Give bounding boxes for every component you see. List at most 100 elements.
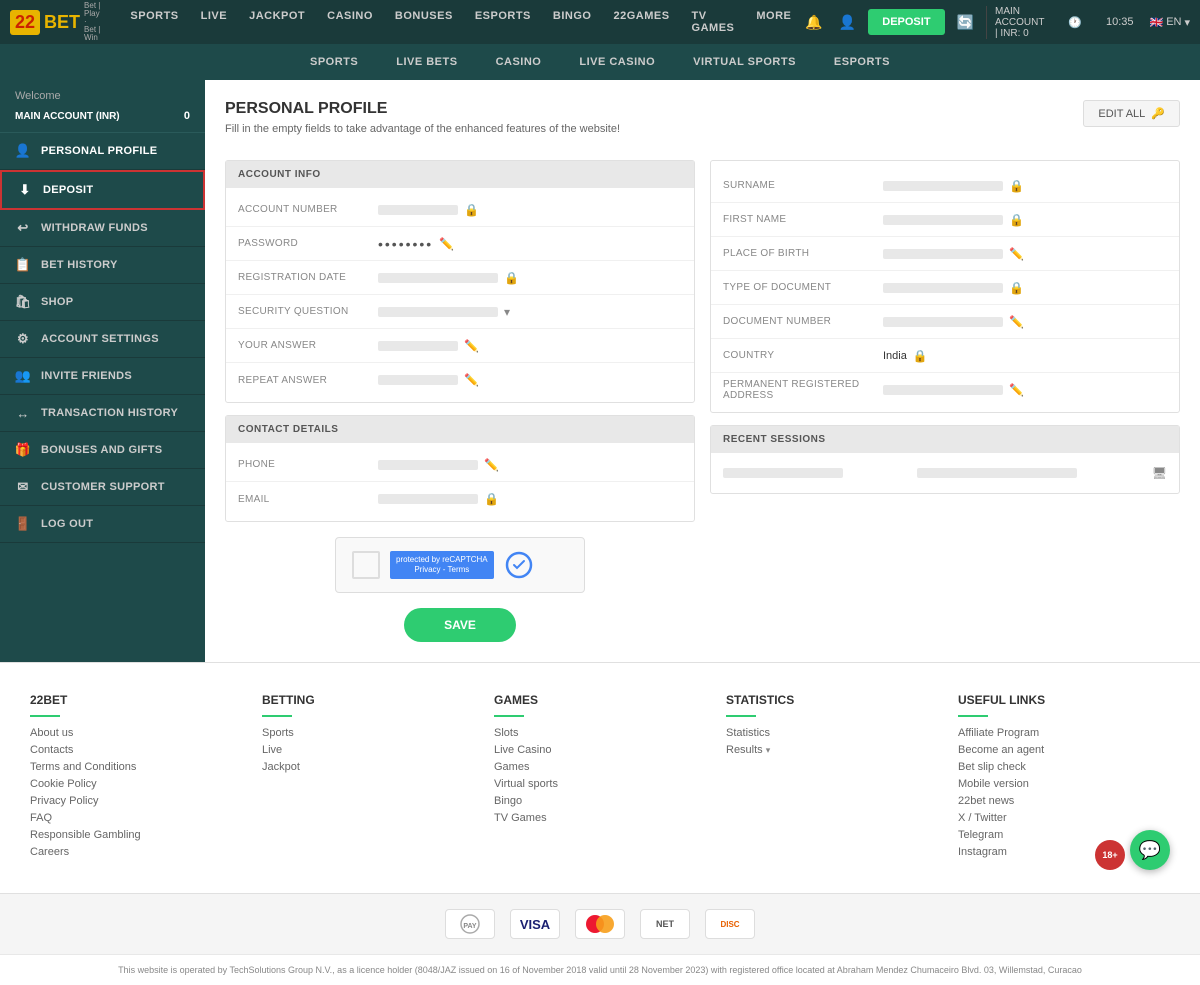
footer-link-virtual-sports[interactable]: Virtual sports xyxy=(494,778,706,790)
sidebar-item-shop[interactable]: 🛍 SHOP xyxy=(0,284,205,321)
recaptcha-checkbox[interactable] xyxy=(352,551,380,579)
field-place-of-birth: PLACE OF BIRTH ✏️ xyxy=(711,237,1179,271)
footer-link-mobile[interactable]: Mobile version xyxy=(958,778,1170,790)
sidebar-item-withdraw[interactable]: ↩ WITHDRAW FUNDS xyxy=(0,210,205,247)
chevron-security-icon[interactable]: ▾ xyxy=(504,305,510,319)
sidebar-item-invite-friends[interactable]: 👥 INVITE FRIENDS xyxy=(0,358,205,395)
nav-jackpot[interactable]: JACKPOT xyxy=(239,4,315,40)
sidebar-item-personal-profile[interactable]: 👤 PERSONAL PROFILE xyxy=(0,133,205,170)
footer-useful-underline xyxy=(958,715,988,717)
footer-link-about[interactable]: About us xyxy=(30,727,242,739)
footer-betting-underline xyxy=(262,715,292,717)
footer-link-responsible[interactable]: Responsible Gambling xyxy=(30,829,242,841)
footer-link-affiliate[interactable]: Affiliate Program xyxy=(958,727,1170,739)
footer-link-results[interactable]: Results ▾ xyxy=(726,744,938,756)
edit-all-button[interactable]: EDIT ALL 🔑 xyxy=(1083,100,1180,127)
footer-link-privacy[interactable]: Privacy Policy xyxy=(30,795,242,807)
sidebar-item-bonuses[interactable]: 🎁 BONUSES AND GIFTS xyxy=(0,432,205,469)
payment-icon-netbanking: NET xyxy=(640,909,690,939)
edit-doc-number-icon[interactable]: ✏️ xyxy=(1009,315,1024,329)
field-value-type-of-document: 🔒 xyxy=(883,281,1167,295)
nav-22games[interactable]: 22GAMES xyxy=(603,4,679,40)
footer-useful-title: USEFUL LINKS xyxy=(958,693,1170,707)
footer-link-faq[interactable]: FAQ xyxy=(30,812,242,824)
footer-link-bingo[interactable]: Bingo xyxy=(494,795,706,807)
clock-icon: 🕐 xyxy=(1060,16,1090,29)
nav-sports[interactable]: SPORTS xyxy=(120,4,188,40)
footer-link-become-agent[interactable]: Become an agent xyxy=(958,744,1170,756)
bottom-bar: This website is operated by TechSolution… xyxy=(0,954,1200,985)
footer-link-live-casino[interactable]: Live Casino xyxy=(494,744,706,756)
footer-link-terms[interactable]: Terms and Conditions xyxy=(30,761,242,773)
current-time: 10:35 xyxy=(1098,16,1142,28)
logo[interactable]: 22 BET Bet | Play · Bet | Win xyxy=(10,2,100,42)
subnav-live-casino[interactable]: LIVE CASINO xyxy=(575,48,659,76)
user-icon[interactable]: 👤 xyxy=(835,10,860,35)
edit-pob-icon[interactable]: ✏️ xyxy=(1009,247,1024,261)
payment-icon-discover: DISC xyxy=(705,909,755,939)
footer-link-slots[interactable]: Slots xyxy=(494,727,706,739)
sidebar-item-deposit[interactable]: ⬇ DEPOSIT xyxy=(0,170,205,210)
doc-number-placeholder xyxy=(883,317,1003,327)
nav-more[interactable]: MORE xyxy=(746,4,801,40)
footer-link-sports[interactable]: Sports xyxy=(262,727,474,739)
footer-22bet-underline xyxy=(30,715,60,717)
subnav-esports[interactable]: ESPORTS xyxy=(830,48,894,76)
language-selector[interactable]: 🇬🇧 EN ▾ xyxy=(1149,16,1190,29)
footer-link-careers[interactable]: Careers xyxy=(30,846,242,858)
field-label-security-question: SECURITY QUESTION xyxy=(238,306,378,317)
refresh-icon[interactable]: 🔄 xyxy=(953,10,978,35)
sidebar-item-customer-support[interactable]: ✉ CUSTOMER SUPPORT xyxy=(0,469,205,506)
save-button[interactable]: SAVE xyxy=(404,608,516,642)
subnav-live-bets[interactable]: LIVE BETS xyxy=(392,48,461,76)
deposit-button[interactable]: DEPOSIT xyxy=(868,9,944,35)
personal-info-section: SURNAME 🔒 FIRST NAME 🔒 xyxy=(710,160,1180,413)
footer-games-title: GAMES xyxy=(494,693,706,707)
nav-tvgames[interactable]: TV GAMES xyxy=(682,4,745,40)
field-label-password: PASSWORD xyxy=(238,238,378,249)
chat-bubble[interactable]: 💬 xyxy=(1130,830,1170,870)
edit-phone-icon[interactable]: ✏️ xyxy=(484,458,499,472)
subnav-casino[interactable]: CASINO xyxy=(492,48,546,76)
settings-icon: ⚙ xyxy=(15,331,31,347)
sidebar-item-account-settings[interactable]: ⚙ ACCOUNT SETTINGS xyxy=(0,321,205,358)
edit-password-icon[interactable]: ✏️ xyxy=(439,237,454,251)
field-label-surname: SURNAME xyxy=(723,180,883,191)
netbanking-label: NET xyxy=(656,919,674,929)
footer-statistics-title: STATISTICS xyxy=(726,693,938,707)
page-subtitle: Fill in the empty fields to take advanta… xyxy=(225,123,1180,135)
sidebar-item-bet-history[interactable]: 📋 BET HISTORY xyxy=(0,247,205,284)
nav-esports[interactable]: ESPORTS xyxy=(465,4,541,40)
footer-link-live[interactable]: Live xyxy=(262,744,474,756)
footer-link-twitter[interactable]: X / Twitter xyxy=(958,812,1170,824)
sidebar-item-transaction-history[interactable]: ↔ TRANSACTION HISTORY xyxy=(0,395,205,432)
field-value-document-number: ✏️ xyxy=(883,315,1167,329)
footer-link-bet-slip[interactable]: Bet slip check xyxy=(958,761,1170,773)
footer-link-jackpot[interactable]: Jackpot xyxy=(262,761,474,773)
field-value-registration-date: 🔒 xyxy=(378,271,682,285)
footer-link-contacts[interactable]: Contacts xyxy=(30,744,242,756)
subnav-virtual-sports[interactable]: VIRTUAL SPORTS xyxy=(689,48,800,76)
lock-surname-icon: 🔒 xyxy=(1009,179,1024,193)
footer-col-games: GAMES Slots Live Casino Games Virtual sp… xyxy=(494,693,706,863)
subnav-sports[interactable]: SPORTS xyxy=(306,48,362,76)
nav-live[interactable]: LIVE xyxy=(191,4,237,40)
edit-address-icon[interactable]: ✏️ xyxy=(1009,383,1024,397)
logo-badge: 22 xyxy=(10,10,40,35)
footer-link-news[interactable]: 22bet news xyxy=(958,795,1170,807)
notification-bell-icon[interactable]: 🔔 xyxy=(801,10,826,35)
footer-link-cookie[interactable]: Cookie Policy xyxy=(30,778,242,790)
edit-answer-icon[interactable]: ✏️ xyxy=(464,339,479,353)
edit-repeat-answer-icon[interactable]: ✏️ xyxy=(464,373,479,387)
lock-email-icon: 🔒 xyxy=(484,492,499,506)
footer-link-statistics[interactable]: Statistics xyxy=(726,727,938,739)
nav-bingo[interactable]: BINGO xyxy=(543,4,602,40)
nav-bonuses[interactable]: BONUSES xyxy=(385,4,463,40)
field-label-place-of-birth: PLACE OF BIRTH xyxy=(723,248,883,259)
nav-casino[interactable]: CASINO xyxy=(317,4,383,40)
session-placeholder-2 xyxy=(917,468,1077,478)
footer-link-games[interactable]: Games xyxy=(494,761,706,773)
sidebar-item-logout[interactable]: 🚪 LOG OUT xyxy=(0,506,205,543)
footer-link-tv-games[interactable]: TV Games xyxy=(494,812,706,824)
sidebar-label-personal-profile: PERSONAL PROFILE xyxy=(41,145,157,157)
